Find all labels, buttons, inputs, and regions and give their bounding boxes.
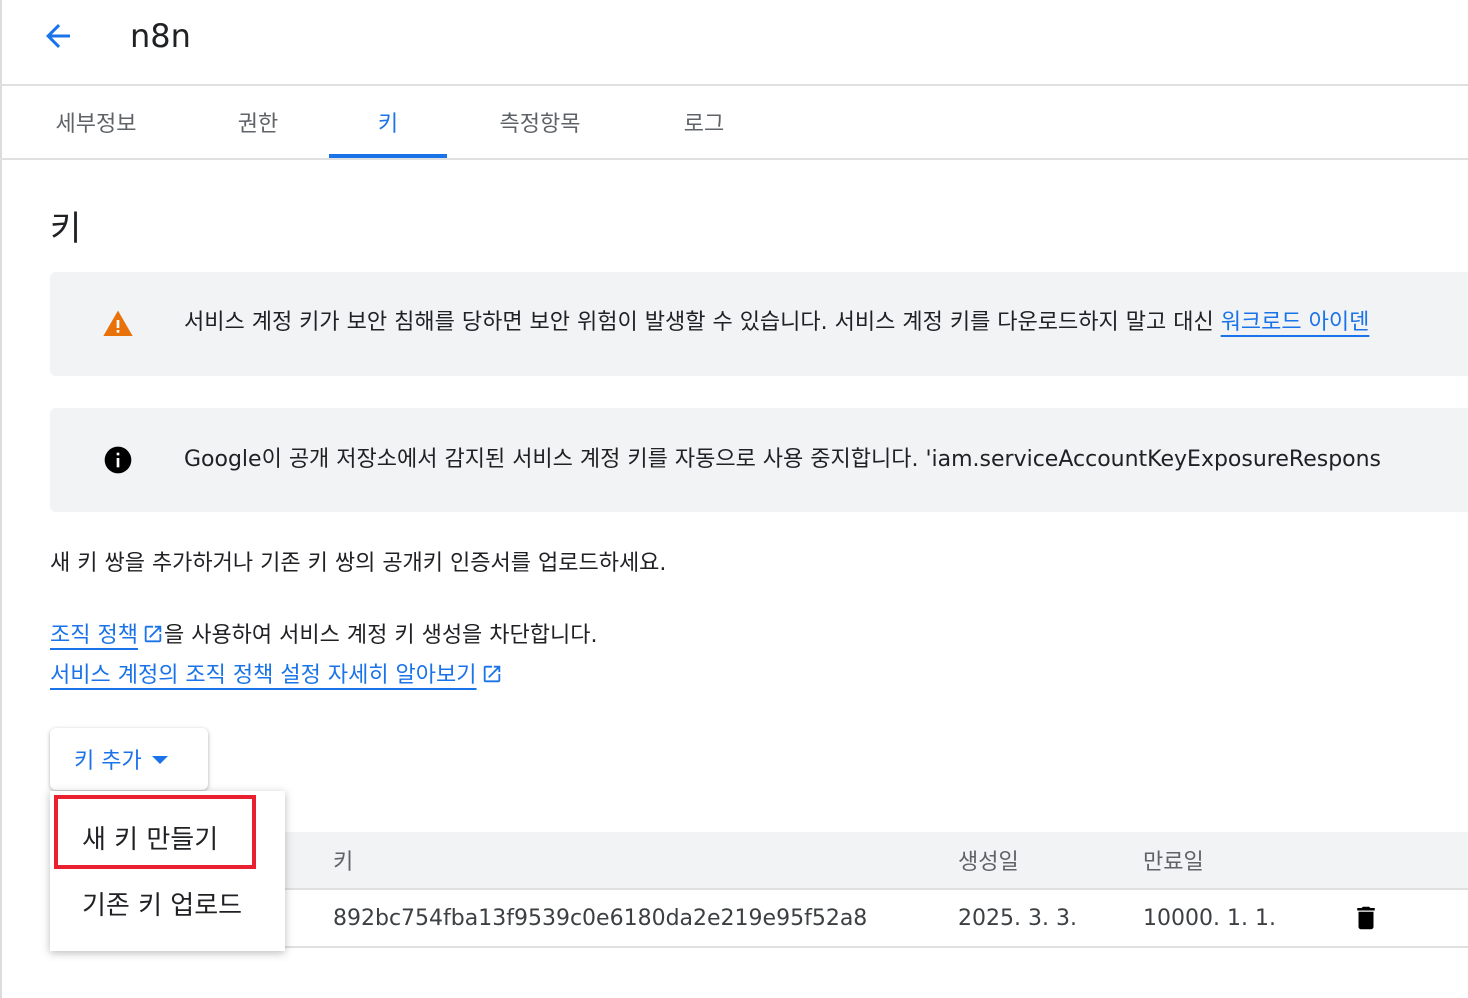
caret-down-icon (151, 756, 168, 764)
page-title: n8n (130, 17, 191, 55)
created-date: 2025. 3. 3. (958, 905, 1077, 931)
key-id: 892bc754fba13f9539c0e6180da2e219e95f52a8 (333, 905, 868, 931)
open-in-new-icon (144, 625, 162, 643)
menu-item-upload-existing-key[interactable]: 기존 키 업로드 (50, 871, 285, 935)
info-text: Google이 공개 저장소에서 감지된 서비스 계정 키를 자동으로 사용 중… (184, 447, 1382, 472)
open-in-new-icon (483, 665, 500, 683)
policy-text: 을 사용하여 서비스 계정 키 생성을 차단합니다. (163, 623, 598, 648)
learn-more-line: 서비스 계정의 조직 정책 설정 자세히 알아보기 (50, 660, 503, 692)
expiry-date: 10000. 1. 1. (1143, 905, 1276, 931)
tab-metrics[interactable]: 측정항목 (478, 86, 602, 158)
tab-permissions[interactable]: 권한 (210, 86, 306, 158)
add-key-menu: 새 키 만들기 기존 키 업로드 (50, 791, 285, 951)
column-key: 키 (333, 850, 354, 875)
tab-bar: 세부정보 권한 키 측정항목 로그 (0, 86, 1468, 160)
page-header: n8n (0, 0, 1468, 86)
warning-text: 서비스 계정 키가 보안 침해를 당하면 보안 위험이 발생할 수 있습니다. … (184, 310, 1370, 335)
column-created: 생성일 (958, 850, 1019, 875)
arrow-back-icon (46, 24, 70, 48)
add-key-label: 키 추가 (74, 749, 142, 774)
warning-icon (103, 310, 133, 336)
tab-keys[interactable]: 키 (329, 86, 447, 158)
delete-key-button[interactable] (1350, 902, 1382, 934)
info-icon (104, 446, 132, 474)
warning-banner: 서비스 계정 키가 보안 침해를 당하면 보안 위험이 발생할 수 있습니다. … (50, 272, 1468, 376)
tab-logs[interactable]: 로그 (664, 86, 744, 158)
section-title: 키 (50, 209, 82, 249)
key-description: 새 키 쌍을 추가하거나 기존 키 쌍의 공개키 인증서를 업로드하세요. (50, 551, 667, 576)
menu-item-create-new-key[interactable]: 새 키 만들기 (50, 805, 285, 869)
tab-details[interactable]: 세부정보 (34, 86, 158, 158)
learn-more-link[interactable]: 서비스 계정의 조직 정책 설정 자세히 알아보기 (50, 663, 477, 688)
policy-line: 조직 정책 을 사용하여 서비스 계정 키 생성을 차단합니다. (50, 620, 597, 652)
workload-identity-link[interactable]: 워크로드 아이덴 (1221, 310, 1370, 335)
add-key-button[interactable]: 키 추가 (50, 728, 208, 790)
info-banner: Google이 공개 저장소에서 감지된 서비스 계정 키를 자동으로 사용 중… (50, 408, 1468, 512)
org-policy-link[interactable]: 조직 정책 (50, 623, 138, 648)
column-expires: 만료일 (1143, 850, 1204, 875)
trash-icon (1357, 906, 1375, 930)
back-button[interactable] (34, 14, 82, 58)
